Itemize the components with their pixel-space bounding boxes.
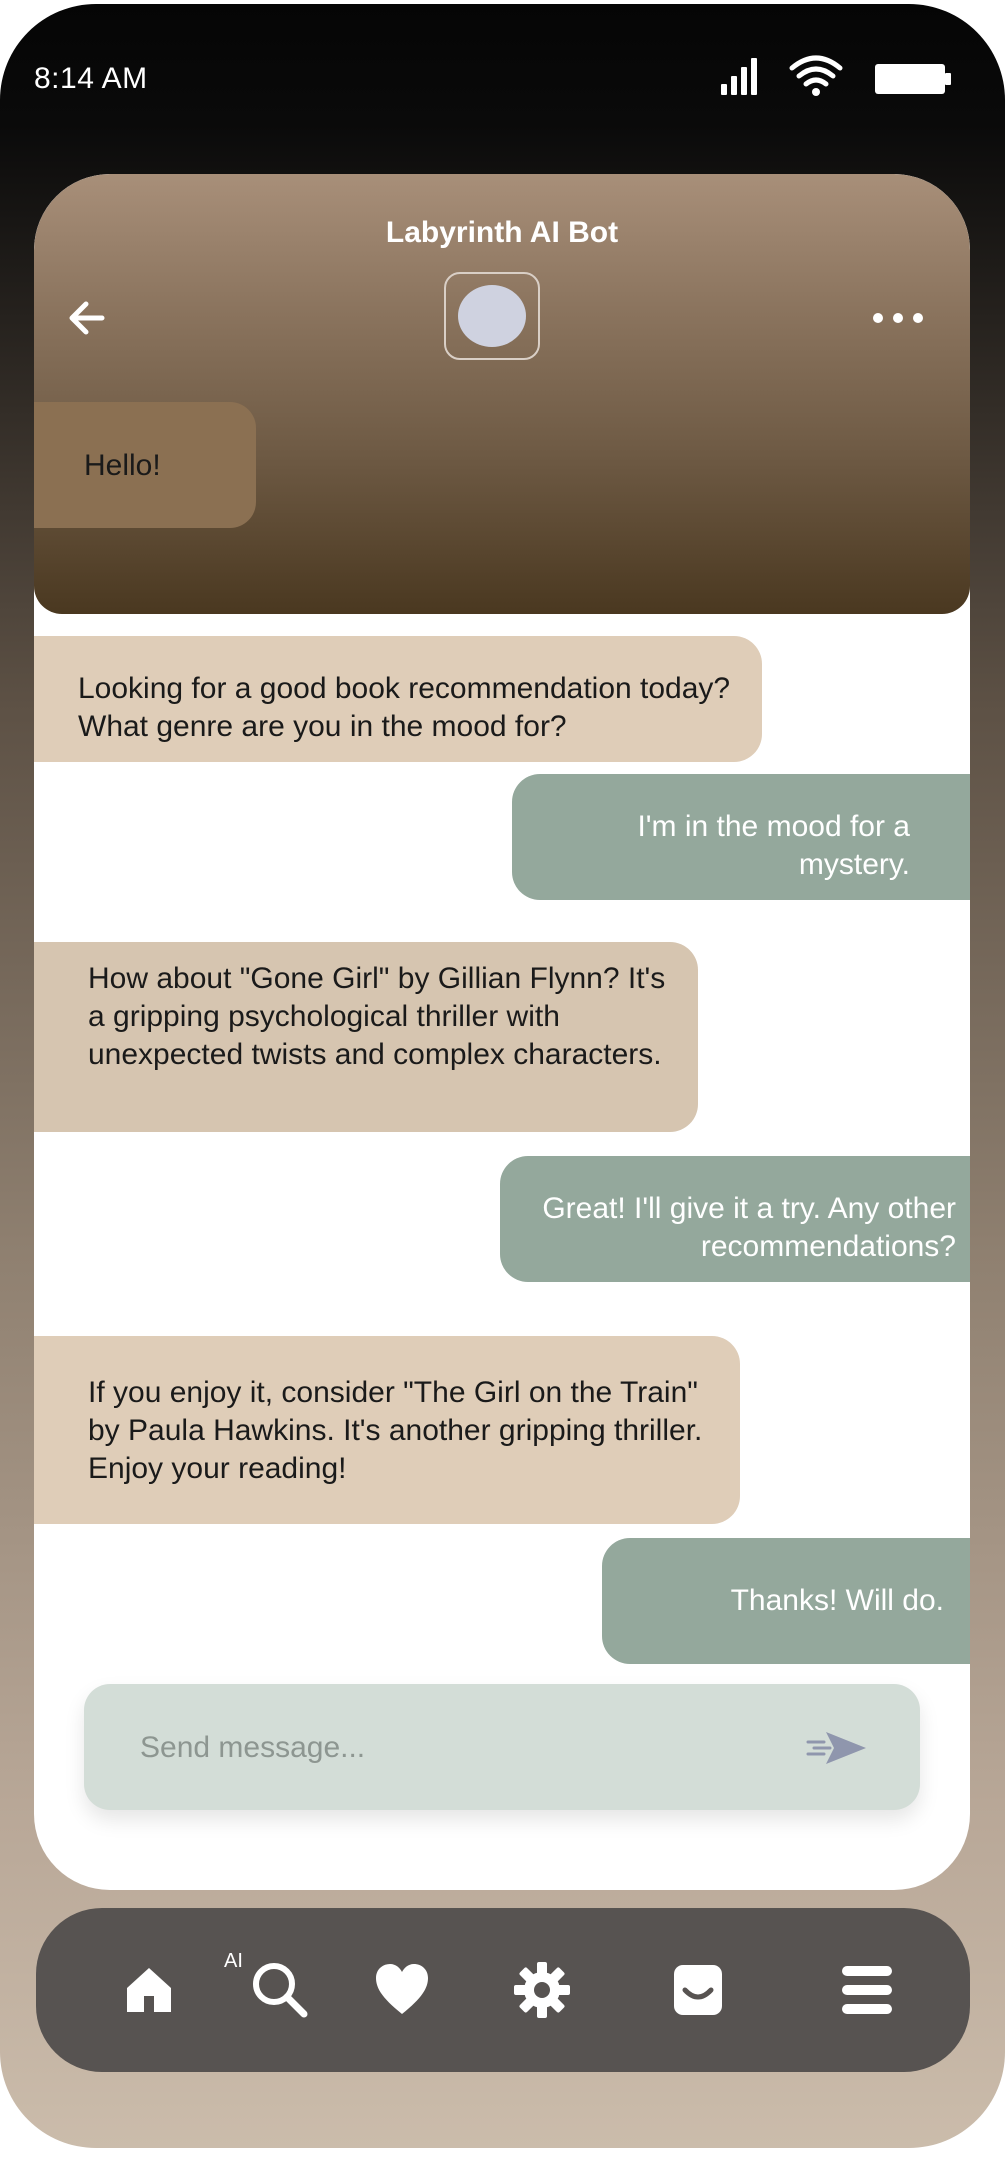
chat-header: Labyrinth AI Bot — [34, 174, 970, 614]
send-icon[interactable] — [806, 1724, 870, 1772]
ai-label: AI — [224, 1950, 243, 1972]
bot-avatar — [458, 285, 526, 347]
bot-message-bubble: Hello! — [34, 402, 256, 528]
chat-card: Labyrinth AI Bot Hello! Looking for a go… — [34, 174, 970, 1890]
gear-icon[interactable] — [512, 1960, 572, 2020]
phone-frame: 8:14 AM Labyrinth AI Bot Hello! Looking … — [0, 4, 1005, 2148]
battery-icon — [875, 64, 951, 94]
status-bar: 8:14 AM — [0, 4, 1005, 154]
user-message-bubble: I'm in the mood for a mystery. — [512, 774, 970, 900]
home-icon[interactable] — [122, 1960, 176, 2020]
bot-message-bubble: How about "Gone Girl" by Gillian Flynn? … — [34, 942, 698, 1132]
message-input[interactable] — [140, 1718, 760, 1778]
bot-message-bubble: If you enjoy it, consider "The Girl on t… — [34, 1336, 740, 1524]
profile-icon[interactable] — [672, 1960, 724, 2020]
user-message-bubble: Thanks! Will do. — [602, 1538, 970, 1664]
ai-search-button[interactable]: AI — [224, 1946, 312, 2020]
heart-icon[interactable] — [374, 1960, 430, 2020]
back-button[interactable] — [58, 288, 118, 348]
user-message-bubble: Great! I'll give it a try. Any other rec… — [500, 1156, 970, 1282]
more-options-button[interactable] — [866, 286, 930, 350]
signal-icon — [721, 58, 757, 95]
bot-avatar-frame — [444, 272, 540, 360]
message-composer — [84, 1684, 920, 1810]
bottom-nav-bar: AI — [36, 1908, 970, 2072]
status-time: 8:14 AM — [34, 62, 148, 95]
wifi-icon — [789, 55, 843, 96]
ai-search-icon — [253, 1963, 308, 2018]
menu-icon[interactable] — [840, 1960, 894, 2020]
bot-title: Labyrinth AI Bot — [385, 216, 619, 249]
bot-message-bubble: Looking for a good book recommendation t… — [34, 636, 762, 762]
